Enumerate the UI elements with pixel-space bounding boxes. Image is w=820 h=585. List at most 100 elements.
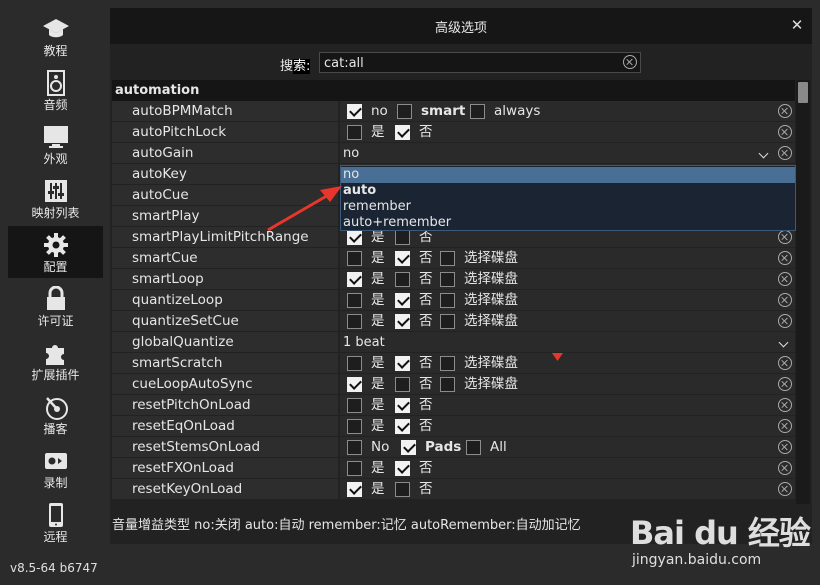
autogain-dropdown-list[interactable]: no auto remember auto+remember bbox=[340, 165, 796, 231]
sidebar-item-record[interactable]: 录制 bbox=[8, 442, 103, 494]
option-name: resetPitchOnLoad bbox=[112, 395, 338, 416]
dropdown-option[interactable]: no bbox=[341, 167, 795, 183]
sidebar-item-license[interactable]: 许可证 bbox=[8, 280, 103, 332]
dropdown-option[interactable]: auto bbox=[341, 183, 795, 199]
option-checkbox[interactable] bbox=[401, 440, 416, 455]
close-button[interactable]: ✕ bbox=[788, 16, 806, 34]
reset-option-icon[interactable] bbox=[778, 482, 792, 496]
option-checkbox[interactable] bbox=[440, 377, 455, 392]
option-value: 是 否 选择碟盘 bbox=[340, 290, 795, 311]
select-value[interactable]: 1 beat bbox=[343, 332, 385, 353]
option-row: quantizeSetCue 是 否 选择碟盘 bbox=[112, 311, 795, 332]
reset-option-icon[interactable] bbox=[778, 146, 792, 160]
watermark-url: jingyan.baidu.com bbox=[632, 552, 762, 568]
puzzle-icon bbox=[45, 345, 64, 365]
option-checkbox[interactable] bbox=[347, 440, 362, 455]
option-checkbox[interactable] bbox=[347, 293, 362, 308]
option-checkbox[interactable] bbox=[395, 398, 410, 413]
option-checkbox[interactable] bbox=[395, 356, 410, 371]
option-checkbox[interactable] bbox=[347, 272, 362, 287]
option-checkbox[interactable] bbox=[347, 125, 362, 140]
option-checkbox[interactable] bbox=[347, 377, 362, 392]
option-name: globalQuantize bbox=[112, 332, 338, 353]
chevron-down-icon[interactable] bbox=[778, 337, 789, 348]
reset-option-icon[interactable] bbox=[778, 440, 792, 454]
option-checkbox[interactable] bbox=[440, 293, 455, 308]
record-icon bbox=[44, 453, 67, 469]
reset-option-icon[interactable] bbox=[778, 314, 792, 328]
option-checkbox[interactable] bbox=[440, 272, 455, 287]
option-checkbox[interactable] bbox=[395, 482, 410, 497]
section-header: automation bbox=[112, 80, 795, 101]
option-checkbox[interactable] bbox=[395, 293, 410, 308]
option-checkbox-label: 选择碟盘 bbox=[464, 376, 518, 392]
option-checkbox[interactable] bbox=[395, 419, 410, 434]
reset-option-icon[interactable] bbox=[778, 251, 792, 265]
reset-option-icon[interactable] bbox=[778, 419, 792, 433]
option-checkbox[interactable] bbox=[440, 251, 455, 266]
search-box[interactable] bbox=[319, 52, 641, 73]
option-checkbox[interactable] bbox=[347, 461, 362, 476]
option-value: 是否 bbox=[340, 479, 795, 500]
sidebar: 教程 音频 外观 映射列表 配置 许可证 扩展插件 播客 录制 远程 v8.5-… bbox=[0, 0, 110, 585]
dropdown-option[interactable]: auto+remember bbox=[341, 215, 795, 231]
reset-option-icon[interactable] bbox=[778, 230, 792, 244]
option-checkbox[interactable] bbox=[347, 356, 362, 371]
reset-option-icon[interactable] bbox=[778, 377, 792, 391]
sidebar-item-audio[interactable]: 音频 bbox=[8, 64, 103, 116]
option-checkbox-label: 否 bbox=[419, 355, 433, 371]
option-value: 是否 bbox=[340, 458, 795, 479]
option-checkbox[interactable] bbox=[395, 125, 410, 140]
sidebar-item-settings[interactable]: 配置 bbox=[8, 226, 103, 278]
option-name: autoGain bbox=[112, 143, 338, 164]
option-checkbox[interactable] bbox=[397, 104, 412, 119]
option-checkbox[interactable] bbox=[395, 230, 410, 245]
dropdown-option[interactable]: remember bbox=[341, 199, 795, 215]
sidebar-item-plugins[interactable]: 扩展插件 bbox=[8, 334, 103, 386]
reset-option-icon[interactable] bbox=[778, 125, 792, 139]
option-checkbox[interactable] bbox=[440, 356, 455, 371]
option-row: smartScratch 是 否 选择碟盘 bbox=[112, 353, 795, 374]
option-checkbox[interactable] bbox=[395, 377, 410, 392]
option-name: autoPitchLock bbox=[112, 122, 338, 143]
option-checkbox[interactable] bbox=[347, 104, 362, 119]
option-checkbox[interactable] bbox=[347, 419, 362, 434]
chevron-down-icon[interactable] bbox=[758, 148, 769, 159]
option-checkbox[interactable] bbox=[470, 104, 485, 119]
option-checkbox[interactable] bbox=[347, 314, 362, 329]
select-value[interactable]: no bbox=[343, 143, 359, 164]
option-checkbox[interactable] bbox=[395, 314, 410, 329]
option-checkbox[interactable] bbox=[440, 314, 455, 329]
sidebar-item-appearance[interactable]: 外观 bbox=[8, 118, 103, 170]
option-row: resetKeyOnLoad 是否 bbox=[112, 479, 795, 500]
reset-option-icon[interactable] bbox=[778, 293, 792, 307]
option-checkbox[interactable] bbox=[395, 251, 410, 266]
sidebar-item-podcast[interactable]: 播客 bbox=[8, 388, 103, 440]
sidebar-item-mappings[interactable]: 映射列表 bbox=[8, 172, 103, 224]
option-checkbox[interactable] bbox=[347, 230, 362, 245]
scrollbar[interactable] bbox=[796, 80, 810, 504]
option-row: autoPitchLock 是否 bbox=[112, 122, 795, 143]
option-checkbox[interactable] bbox=[347, 398, 362, 413]
search-input[interactable] bbox=[324, 54, 614, 72]
option-checkbox[interactable] bbox=[466, 440, 481, 455]
option-value: 是 否 选择碟盘 bbox=[340, 269, 795, 290]
reset-option-icon[interactable] bbox=[778, 461, 792, 475]
reset-option-icon[interactable] bbox=[778, 356, 792, 370]
option-checkbox[interactable] bbox=[347, 482, 362, 497]
reset-option-icon[interactable] bbox=[778, 398, 792, 412]
option-checkbox[interactable] bbox=[395, 461, 410, 476]
option-checkbox-label: 是 bbox=[371, 355, 385, 371]
sidebar-item-label: 映射列表 bbox=[31, 206, 80, 220]
option-checkbox[interactable] bbox=[347, 251, 362, 266]
option-checkbox[interactable] bbox=[395, 272, 410, 287]
sidebar-item-remote[interactable]: 远程 bbox=[8, 496, 103, 548]
option-value: No Pads All bbox=[340, 437, 795, 458]
reset-option-icon[interactable] bbox=[778, 272, 792, 286]
clear-search-icon[interactable] bbox=[623, 55, 637, 69]
scrollbar-thumb[interactable] bbox=[798, 82, 808, 103]
reset-option-icon[interactable] bbox=[778, 104, 792, 118]
option-description: 音量增益类型 no:关闭 auto:自动 remember:记忆 autoRem… bbox=[112, 518, 581, 533]
option-name: cueLoopAutoSync bbox=[112, 374, 338, 395]
sidebar-item-tutorial[interactable]: 教程 bbox=[8, 10, 103, 62]
